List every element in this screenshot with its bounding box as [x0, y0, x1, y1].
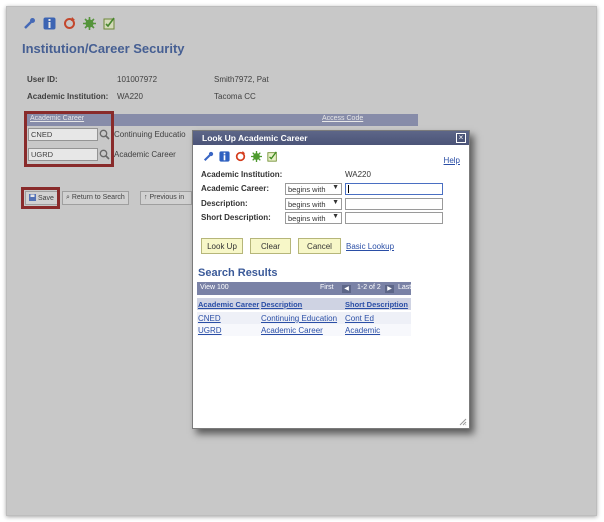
access-code-column-header[interactable]: Access Code: [322, 115, 363, 122]
previous-in-list-label: Previous in: [149, 194, 185, 201]
personalize-icon[interactable]: [23, 17, 36, 30]
return-search-icon: ⌕: [66, 194, 70, 201]
operator-value: begins with: [288, 214, 326, 223]
institution-value: WA220: [117, 92, 143, 101]
previous-icon: ↑: [144, 194, 148, 201]
previous-in-list-button[interactable]: ↑ Previous in: [140, 191, 192, 205]
info-icon[interactable]: [219, 151, 230, 162]
result-career-link[interactable]: UGRD: [198, 326, 222, 335]
page-range: 1-2 of 2: [357, 284, 381, 291]
user-id-label: User ID:: [27, 75, 58, 84]
short-description-input[interactable]: [345, 212, 443, 224]
academic-career-label: Academic Career:: [201, 184, 270, 193]
short-description-label: Short Description:: [201, 213, 271, 222]
chevron-down-icon: ▼: [332, 199, 339, 206]
short-description-operator-select[interactable]: begins with ▼: [285, 212, 342, 224]
chevron-down-icon: ▼: [332, 184, 339, 191]
view-100-link[interactable]: View 100: [200, 284, 229, 291]
basic-lookup-link[interactable]: Basic Lookup: [346, 242, 394, 251]
chevron-down-icon: ▼: [332, 213, 339, 220]
look-up-button[interactable]: Look Up: [201, 238, 243, 254]
description-operator-select[interactable]: begins with ▼: [285, 198, 342, 210]
result-short-description-link[interactable]: Cont Ed: [345, 314, 374, 323]
return-to-search-button[interactable]: ⌕ Return to Search: [62, 191, 129, 205]
col-description[interactable]: Description: [261, 300, 302, 309]
table-row: CNED Continuing Education Cont Ed: [197, 312, 411, 324]
cancel-button[interactable]: Cancel: [298, 238, 341, 254]
academic-career-input[interactable]: [345, 183, 443, 195]
institution-label: Academic Institution:: [27, 92, 109, 101]
table-row: UGRD Academic Career Academic: [197, 324, 411, 336]
first-link[interactable]: First: [320, 284, 334, 291]
close-icon[interactable]: ×: [456, 133, 466, 143]
info-icon[interactable]: [43, 17, 56, 30]
settings-gear-icon[interactable]: [251, 151, 262, 162]
lookup-academic-career-dialog: Look Up Academic Career × Help Academic …: [192, 130, 470, 429]
dialog-institution-label: Academic Institution:: [201, 170, 283, 179]
result-description-link[interactable]: Continuing Education: [261, 314, 337, 323]
result-short-description-link[interactable]: Academic: [345, 326, 380, 335]
help-link[interactable]: Help: [444, 156, 460, 165]
result-description-link[interactable]: Academic Career: [261, 326, 323, 335]
description-input[interactable]: [345, 198, 443, 210]
result-career-link[interactable]: CNED: [198, 314, 221, 323]
results-navigation-bar: View 100 First ◀ 1-2 of 2 ▶ Last: [197, 282, 411, 295]
checklist-icon[interactable]: [267, 151, 278, 162]
description-label: Description:: [201, 199, 248, 208]
settings-gear-icon[interactable]: [83, 17, 96, 30]
return-to-search-label: Return to Search: [71, 194, 125, 201]
dialog-institution-value: WA220: [345, 170, 371, 179]
page-toolbar: [23, 17, 116, 30]
checklist-icon[interactable]: [103, 17, 116, 30]
career-desc-cned: Continuing Educatio: [114, 130, 186, 139]
resize-grip-icon[interactable]: [459, 418, 467, 426]
highlight-box-save: [21, 187, 60, 209]
dialog-title: Look Up Academic Career: [202, 133, 308, 143]
refresh-icon[interactable]: [235, 151, 246, 162]
clear-button[interactable]: Clear: [250, 238, 291, 254]
career-desc-ugrd: Academic Career: [114, 150, 176, 159]
dialog-titlebar[interactable]: Look Up Academic Career ×: [193, 131, 469, 145]
highlight-box-career-rows: [24, 111, 114, 167]
operator-value: begins with: [288, 200, 326, 209]
results-table-header: Academic Career Description Short Descri…: [197, 298, 411, 310]
previous-arrow-icon[interactable]: ◀: [342, 285, 351, 293]
refresh-icon[interactable]: [63, 17, 76, 30]
search-results-title: Search Results: [198, 267, 278, 279]
application-window: Institution/Career Security User ID: 101…: [6, 6, 597, 516]
personalize-icon[interactable]: [203, 151, 214, 162]
user-id-value: 101007972: [117, 75, 158, 84]
operator-value: begins with: [288, 185, 326, 194]
dialog-toolbar: [203, 151, 278, 162]
next-arrow-icon[interactable]: ▶: [385, 285, 394, 293]
user-name: Smith7972, Pat: [214, 75, 269, 84]
col-academic-career[interactable]: Academic Career: [198, 300, 259, 309]
institution-name: Tacoma CC: [214, 92, 256, 101]
last-link[interactable]: Last: [398, 284, 411, 291]
academic-career-operator-select[interactable]: begins with ▼: [285, 183, 342, 195]
page-title: Institution/Career Security: [22, 41, 185, 56]
col-short-description[interactable]: Short Description: [345, 300, 408, 309]
